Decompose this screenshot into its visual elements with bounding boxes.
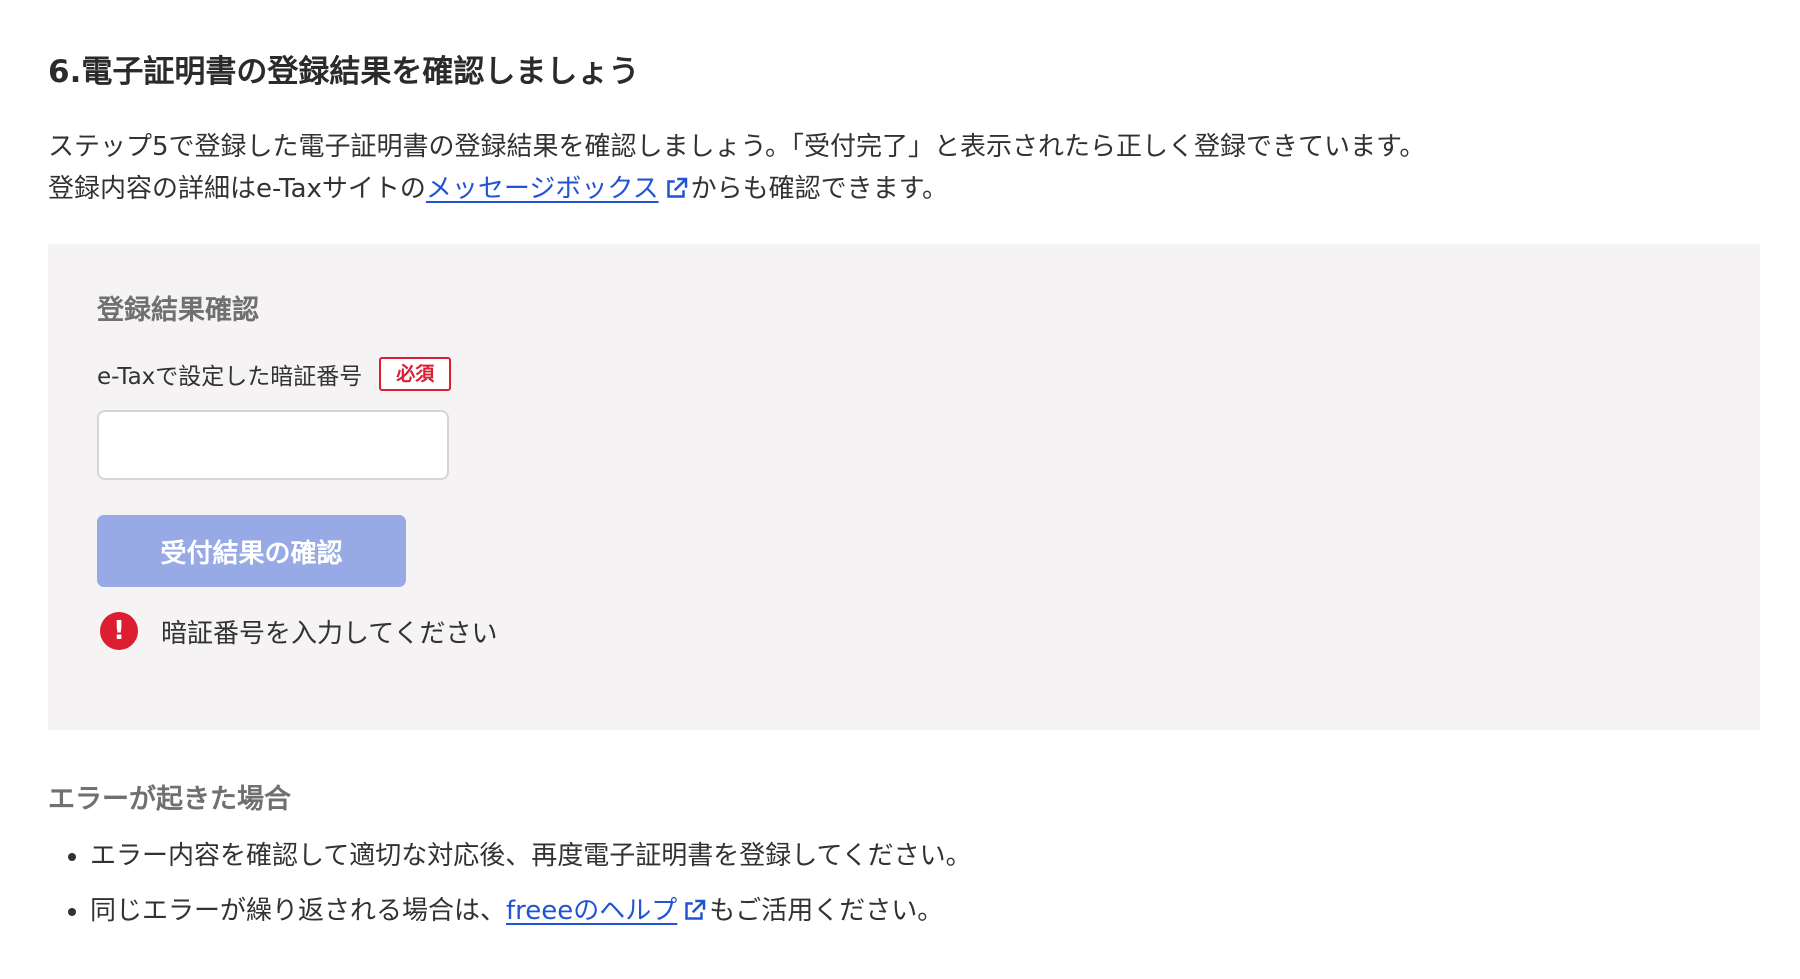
registration-result-panel: [48, 244, 1760, 730]
error-section-title: エラーが起きた場合: [48, 784, 291, 815]
required-badge: 必須: [379, 357, 452, 391]
list-item-text-before-link: 同じエラーが繰り返される場合は、: [90, 896, 507, 926]
list-item-text: エラー内容を確認して適切な対応後、再度電子証明書を登録してください。: [90, 841, 972, 871]
list-item-text-after-link: もご活用ください。: [709, 896, 944, 926]
description-text-after-link: からも確認できます。: [690, 174, 948, 204]
description-text-before-link: 登録内容の詳細はe-Taxサイトの: [48, 174, 426, 204]
error-exclamation-icon: !: [100, 612, 138, 650]
pin-field-label: e-Taxで設定した暗証番号: [97, 364, 363, 390]
validation-error: ! 暗証番号を入力してください: [100, 610, 497, 652]
description: ステップ5で登録した電子証明書の登録結果を確認しましょう。「受付完了」と表示され…: [48, 126, 1425, 210]
confirm-receipt-button[interactable]: 受付結果の確認: [97, 515, 406, 587]
freee-help-link[interactable]: freeeのヘルプ: [506, 896, 677, 926]
error-help-list: エラー内容を確認して適切な対応後、再度電子証明書を登録してください。 同じエラー…: [48, 836, 972, 946]
list-item: エラー内容を確認して適切な対応後、再度電子証明書を登録してください。: [90, 836, 972, 876]
freee-help-link-label: freeeのヘルプ: [506, 896, 678, 926]
description-line-2: 登録内容の詳細はe-Taxサイトのメッセージボックス からも確認できます。: [48, 168, 1425, 210]
list-item: 同じエラーが繰り返される場合は、freeeのヘルプ もご活用ください。: [90, 891, 972, 931]
pin-input[interactable]: [97, 410, 449, 480]
message-box-link[interactable]: メッセージボックス: [426, 174, 659, 204]
error-message: 暗証番号を入力してください: [161, 618, 498, 649]
section-title: 6.電子証明書の登録結果を確認しましょう: [48, 54, 640, 90]
panel-title: 登録結果確認: [97, 295, 259, 326]
external-link-icon[interactable]: [661, 174, 691, 204]
pin-field-label-row: e-Taxで設定した暗証番号 必須: [97, 356, 452, 392]
description-line-1: ステップ5で登録した電子証明書の登録結果を確認しましょう。「受付完了」と表示され…: [48, 132, 1426, 162]
message-box-link-label: メッセージボックス: [425, 174, 659, 204]
external-link-icon[interactable]: [679, 896, 709, 926]
